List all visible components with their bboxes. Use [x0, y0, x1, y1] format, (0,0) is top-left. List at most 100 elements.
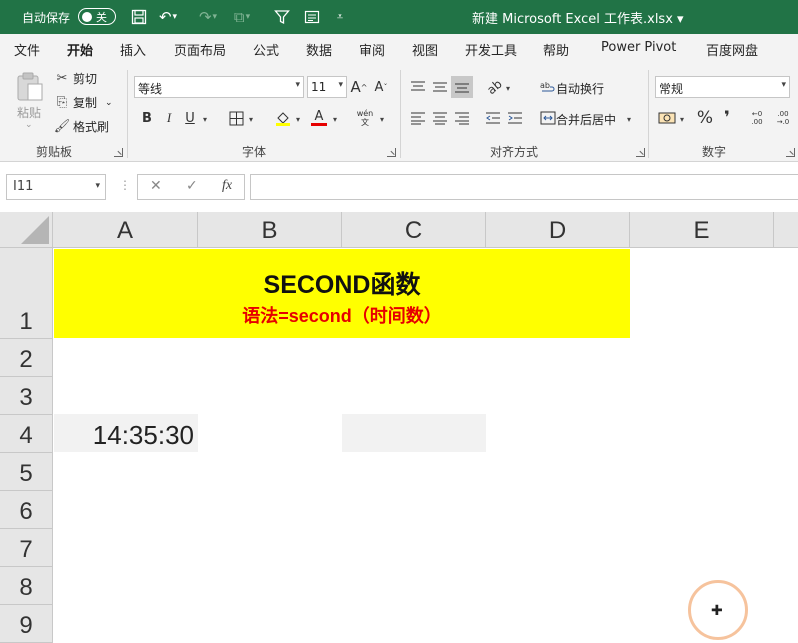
column-header-a[interactable]: A — [53, 212, 198, 248]
row-header-4[interactable]: 4 — [0, 415, 53, 453]
wrap-text-button[interactable]: 自动换行 — [556, 80, 604, 97]
alignment-launcher-icon[interactable] — [636, 148, 645, 157]
number-format-select[interactable]: 常规 ▾ — [655, 76, 790, 98]
italic-button[interactable]: I — [158, 107, 180, 129]
tab-home[interactable]: 开始 — [67, 40, 94, 65]
font-color-dropdown-icon[interactable]: ▾ — [333, 115, 337, 124]
cancel-icon[interactable]: ✕ — [150, 178, 162, 194]
row-header-2[interactable]: 2 — [0, 339, 53, 377]
align-bottom-button[interactable] — [451, 76, 473, 98]
row-header-1[interactable]: 1 — [0, 248, 53, 339]
save-icon[interactable] — [129, 7, 149, 27]
column-header-c[interactable]: C — [342, 212, 486, 248]
orientation-dropdown-icon[interactable]: ▾ — [506, 84, 510, 93]
bold-button[interactable]: B — [136, 107, 158, 129]
autosave-toggle[interactable]: 关 — [78, 8, 116, 25]
comma-style-button[interactable]: ❜ — [716, 107, 738, 129]
redo-icon[interactable]: ↷ ▾ — [198, 7, 218, 27]
document-title[interactable]: 新建 Microsoft Excel 工作表.xlsx ▾ — [472, 8, 684, 27]
align-top-button[interactable] — [407, 76, 429, 98]
column-header-f[interactable] — [774, 212, 798, 248]
accounting-dropdown-icon[interactable]: ▾ — [680, 115, 684, 124]
align-middle-button[interactable] — [429, 76, 451, 98]
cut-button[interactable]: ✂ 剪切 — [54, 70, 97, 87]
copy-button[interactable]: ⎘ 复制 ⌄ — [54, 94, 113, 111]
formula-input[interactable] — [250, 174, 798, 200]
column-header-d[interactable]: D — [486, 212, 630, 248]
clipboard-launcher-icon[interactable] — [114, 148, 123, 157]
tab-formulas[interactable]: 公式 — [253, 40, 279, 59]
format-painter-button[interactable]: 🖌 格式刷 — [54, 118, 109, 135]
copy-dropdown-icon[interactable]: ⌄ — [105, 98, 113, 108]
worksheet: A B C D E 1 2 3 4 5 6 7 8 9 SECOND函数 语法=… — [0, 212, 798, 643]
enter-icon[interactable]: ✓ — [186, 178, 198, 194]
increase-indent-button[interactable] — [504, 107, 526, 129]
borders-button[interactable] — [225, 107, 247, 129]
grow-font-button[interactable]: A ^ — [348, 76, 370, 98]
name-box[interactable]: I11 ▾ — [6, 174, 106, 200]
copy-label: 复制 — [73, 96, 98, 110]
shape-icon[interactable]: ⧉ ▾ — [232, 7, 252, 27]
fill-color-button[interactable] — [272, 107, 294, 129]
phonetic-dropdown-icon[interactable]: ▾ — [380, 115, 384, 124]
percent-button[interactable]: % — [694, 107, 716, 129]
cell-a4[interactable]: 14:35:30 — [54, 414, 198, 452]
fill-color-dropdown-icon[interactable]: ▾ — [296, 115, 300, 124]
row-header-6[interactable]: 6 — [0, 491, 53, 529]
merge-dropdown-icon[interactable]: ▾ — [627, 115, 631, 124]
increase-decimal-button[interactable]: ←0.00 — [746, 107, 768, 129]
tab-view[interactable]: 视图 — [412, 40, 438, 59]
decrease-decimal-button[interactable]: .00 →.0 — [772, 107, 794, 129]
font-launcher-icon[interactable] — [387, 148, 396, 157]
row-header-5[interactable]: 5 — [0, 453, 53, 491]
decrease-indent-button[interactable] — [482, 107, 504, 129]
brush-icon: 🖌 — [53, 119, 71, 134]
tab-insert[interactable]: 插入 — [120, 40, 146, 59]
paste-dropdown-icon[interactable]: ⌄ — [25, 120, 33, 130]
tab-review[interactable]: 审阅 — [359, 40, 385, 59]
borders-dropdown-icon[interactable]: ▾ — [249, 115, 253, 124]
cell-c4[interactable] — [342, 414, 486, 452]
tab-baidu-netdisk[interactable]: 百度网盘 — [706, 40, 758, 59]
paste-icon[interactable] — [16, 72, 44, 102]
shrink-font-button[interactable]: Aˇ — [370, 76, 392, 98]
text-orientation-icon: ab — [483, 76, 505, 98]
row-header-9[interactable]: 9 — [0, 605, 53, 643]
underline-button[interactable]: U — [179, 107, 201, 129]
tab-developer[interactable]: 开发工具 — [465, 40, 517, 59]
formula-bar-grip-icon[interactable]: ⋮ — [119, 178, 131, 192]
align-left-button[interactable] — [407, 107, 429, 129]
insert-function-icon[interactable]: fx — [222, 178, 232, 194]
font-size-select[interactable]: 11 ▾ — [307, 76, 347, 98]
underline-dropdown-icon[interactable]: ▾ — [203, 115, 207, 124]
orientation-button[interactable]: ab — [483, 76, 505, 98]
accounting-format-button[interactable] — [656, 107, 678, 129]
column-header-b[interactable]: B — [198, 212, 342, 248]
font-name-select[interactable]: 等线 ▾ — [134, 76, 304, 98]
tab-page-layout[interactable]: 页面布局 — [174, 40, 226, 59]
align-bottom-icon — [455, 83, 469, 93]
select-all-button[interactable] — [0, 212, 53, 248]
tab-file[interactable]: 文件 — [14, 40, 40, 59]
row-header-7[interactable]: 7 — [0, 529, 53, 567]
align-right-button[interactable] — [451, 107, 473, 129]
column-header-e[interactable]: E — [630, 212, 774, 248]
undo-icon[interactable]: ↶ ▾ — [158, 7, 178, 27]
cut-label: 剪切 — [73, 72, 98, 86]
align-center-button[interactable] — [429, 107, 451, 129]
merge-center-button[interactable]: 合并后居中 — [556, 111, 616, 128]
phonetic-button[interactable]: wén 文 — [354, 107, 376, 129]
merged-title-cell[interactable]: SECOND函数 语法=second（时间数） — [54, 249, 630, 338]
tab-help[interactable]: 帮助 — [543, 40, 569, 59]
row-header-3[interactable]: 3 — [0, 377, 53, 415]
tab-data[interactable]: 数据 — [306, 40, 332, 59]
filter-icon[interactable] — [272, 7, 292, 27]
customize-toolbar-icon[interactable]: ⩡ — [330, 7, 350, 27]
chevron-down-icon[interactable]: ▾ — [95, 181, 100, 191]
paste-button[interactable]: 粘贴 — [17, 104, 41, 121]
form-icon[interactable] — [302, 7, 322, 27]
font-color-button[interactable]: A — [308, 107, 330, 129]
row-header-8[interactable]: 8 — [0, 567, 53, 605]
tab-power-pivot[interactable]: Power Pivot — [601, 40, 676, 55]
number-launcher-icon[interactable] — [786, 148, 795, 157]
